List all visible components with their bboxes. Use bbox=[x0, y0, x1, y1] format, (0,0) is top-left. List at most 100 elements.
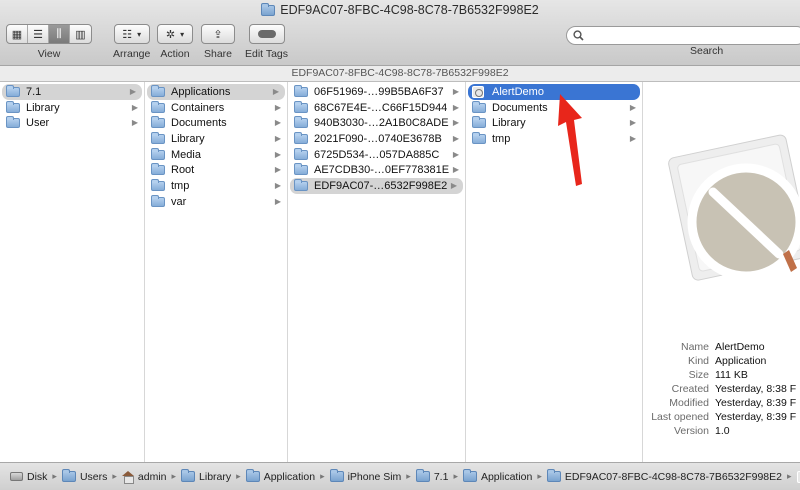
search-icon bbox=[573, 30, 584, 41]
chevron-right-icon: ▸ bbox=[537, 471, 542, 481]
action-button[interactable]: ✲ ▾ bbox=[157, 24, 193, 44]
path-crumb[interactable]: Users bbox=[61, 469, 107, 483]
column-2: Applications ▶ Containers ▶ Documents ▶ Lib… bbox=[145, 82, 288, 462]
folder-icon bbox=[294, 131, 308, 144]
list-view-button[interactable]: ☰ bbox=[28, 25, 49, 43]
disclosure-arrow-icon: ▶ bbox=[131, 102, 138, 112]
disclosure-arrow-icon: ▶ bbox=[452, 165, 459, 175]
search-input[interactable] bbox=[566, 26, 800, 45]
column-1: 7.1 ▶ Library ▶ User ▶ bbox=[0, 82, 145, 462]
arrange-button[interactable]: ☷ ▾ bbox=[113, 24, 150, 44]
list-item[interactable]: Documents ▶ bbox=[145, 115, 287, 131]
disclosure-arrow-icon: ▶ bbox=[274, 149, 281, 159]
disclosure-arrow-icon: ▶ bbox=[274, 181, 281, 191]
chevron-down-icon: ▾ bbox=[137, 29, 142, 39]
path-crumb[interactable]: EDF9AC07-8FBC-4C98-8C78-7B6532F998E2 bbox=[546, 469, 782, 483]
list-item[interactable]: Library ▶ bbox=[0, 100, 144, 116]
folder-icon bbox=[245, 469, 260, 482]
disclosure-arrow-icon: ▶ bbox=[274, 102, 281, 112]
folder-icon bbox=[6, 84, 20, 97]
list-item[interactable]: Root ▶ bbox=[145, 162, 287, 178]
column-3: 06F51969-…99B5BA6F37 ▶ 68C67E4E-…C66F15D9… bbox=[288, 82, 466, 462]
chevron-right-icon: ▸ bbox=[787, 471, 792, 481]
share-label: Share bbox=[203, 48, 233, 60]
folder-icon bbox=[462, 469, 477, 482]
arrange-icon: ☷ bbox=[122, 28, 133, 41]
list-item[interactable]: 68C67E4E-…C66F15D944 ▶ bbox=[288, 100, 465, 116]
window-title-text: EDF9AC07-8FBC-4C98-8C78-7B6532F998E2 bbox=[280, 3, 539, 17]
disclosure-arrow-icon: ▶ bbox=[274, 165, 281, 175]
path-crumb[interactable]: iPhone Sim bbox=[329, 469, 401, 483]
folder-icon bbox=[151, 194, 165, 207]
folder-icon bbox=[181, 469, 196, 482]
home-icon bbox=[121, 471, 134, 484]
list-item[interactable]: AE7CDB30-…0EF778381E ▶ bbox=[288, 162, 465, 178]
disclosure-arrow-icon: ▶ bbox=[274, 196, 281, 206]
path-crumb[interactable]: A bbox=[796, 470, 800, 483]
list-item[interactable]: 6725D534-…057DA885C ▶ bbox=[288, 147, 465, 163]
file-info-table: Name AlertDemo Kind Application Size 111 KB… bbox=[651, 341, 797, 437]
list-item[interactable]: Media ▶ bbox=[145, 147, 287, 163]
list-item[interactable]: tmp ▶ bbox=[145, 178, 287, 194]
chevron-right-icon: ▸ bbox=[112, 471, 117, 481]
disclosure-arrow-icon: ▶ bbox=[129, 87, 136, 96]
edit-tags-button[interactable] bbox=[248, 24, 285, 44]
folder-icon bbox=[294, 84, 308, 97]
list-item[interactable]: 940B3030-…2A1B0C8ADE ▶ bbox=[288, 115, 465, 131]
chevron-down-icon: ▾ bbox=[180, 29, 185, 39]
disclosure-arrow-icon: ▶ bbox=[452, 87, 459, 96]
column-view-button[interactable]: ⫼ bbox=[49, 25, 70, 43]
preview-pane: Name AlertDemo Kind Application Size 111 KB… bbox=[643, 82, 800, 462]
list-item[interactable]: User ▶ bbox=[0, 115, 144, 131]
list-item[interactable]: Containers ▶ bbox=[145, 100, 287, 116]
arrange-group: ☷ ▾ Arrange bbox=[113, 24, 150, 60]
folder-icon bbox=[294, 178, 308, 191]
window-title: EDF9AC07-8FBC-4C98-8C78-7B6532F998E2 bbox=[0, 2, 800, 17]
list-item[interactable]: var ▶ bbox=[145, 194, 287, 210]
list-item[interactable]: Library ▶ bbox=[145, 131, 287, 147]
search-label: Search bbox=[690, 45, 724, 57]
list-item[interactable]: EDF9AC07-…6532F998E2 ▶ bbox=[290, 178, 463, 194]
folder-icon bbox=[151, 100, 165, 113]
coverflow-view-button[interactable]: ▥ bbox=[70, 25, 91, 43]
app-icon bbox=[472, 85, 484, 98]
list-item[interactable]: 2021F090-…0740E3678B ▶ bbox=[288, 131, 465, 147]
chevron-right-icon: ▸ bbox=[236, 471, 241, 481]
edit-tags-label: Edit Tags bbox=[245, 48, 288, 60]
folder-icon bbox=[294, 100, 308, 113]
disclosure-arrow-icon: ▶ bbox=[450, 181, 457, 191]
folder-icon bbox=[294, 163, 308, 176]
path-crumb[interactable]: admin bbox=[121, 471, 167, 484]
chevron-right-icon: ▸ bbox=[320, 471, 325, 481]
share-group: ⇪ Share bbox=[201, 24, 235, 60]
folder-icon bbox=[472, 100, 486, 113]
folder-icon bbox=[151, 147, 165, 160]
chevron-right-icon: ▸ bbox=[52, 471, 57, 481]
disclosure-arrow-icon: ▶ bbox=[274, 118, 281, 128]
path-crumb[interactable]: Library bbox=[181, 469, 231, 483]
disclosure-arrow-icon: ▶ bbox=[452, 102, 459, 112]
path-crumb[interactable]: Application bbox=[245, 469, 315, 483]
path-title-strip: EDF9AC07-8FBC-4C98-8C78-7B6532F998E2 bbox=[0, 66, 800, 82]
folder-icon bbox=[472, 131, 486, 144]
folder-icon bbox=[6, 116, 20, 129]
disclosure-arrow-icon: ▶ bbox=[274, 134, 281, 144]
list-item[interactable]: 06F51969-…99B5BA6F37 ▶ bbox=[288, 84, 465, 100]
finder-toolbar: EDF9AC07-8FBC-4C98-8C78-7B6532F998E2 ▦ ☰… bbox=[0, 0, 800, 66]
path-crumb[interactable]: Disk bbox=[10, 471, 47, 483]
folder-icon bbox=[415, 469, 430, 482]
disclosure-arrow-icon: ▶ bbox=[452, 118, 459, 128]
disclosure-arrow-icon: ▶ bbox=[131, 118, 138, 128]
path-crumb[interactable]: Application bbox=[462, 469, 532, 483]
list-item[interactable]: 7.1 ▶ bbox=[2, 84, 142, 100]
chevron-right-icon: ▸ bbox=[171, 471, 177, 481]
folder-icon bbox=[294, 116, 308, 129]
path-crumb[interactable]: 7.1 bbox=[415, 469, 448, 483]
view-group: ▦ ☰ ⫼ ▥ View bbox=[6, 24, 92, 60]
share-button[interactable]: ⇪ bbox=[201, 24, 235, 44]
disclosure-arrow-icon: ▶ bbox=[629, 134, 636, 144]
view-segmented-control: ▦ ☰ ⫼ ▥ bbox=[6, 24, 92, 44]
icon-view-button[interactable]: ▦ bbox=[7, 25, 28, 43]
list-item[interactable]: Applications ▶ bbox=[147, 84, 285, 100]
folder-icon bbox=[61, 469, 76, 482]
